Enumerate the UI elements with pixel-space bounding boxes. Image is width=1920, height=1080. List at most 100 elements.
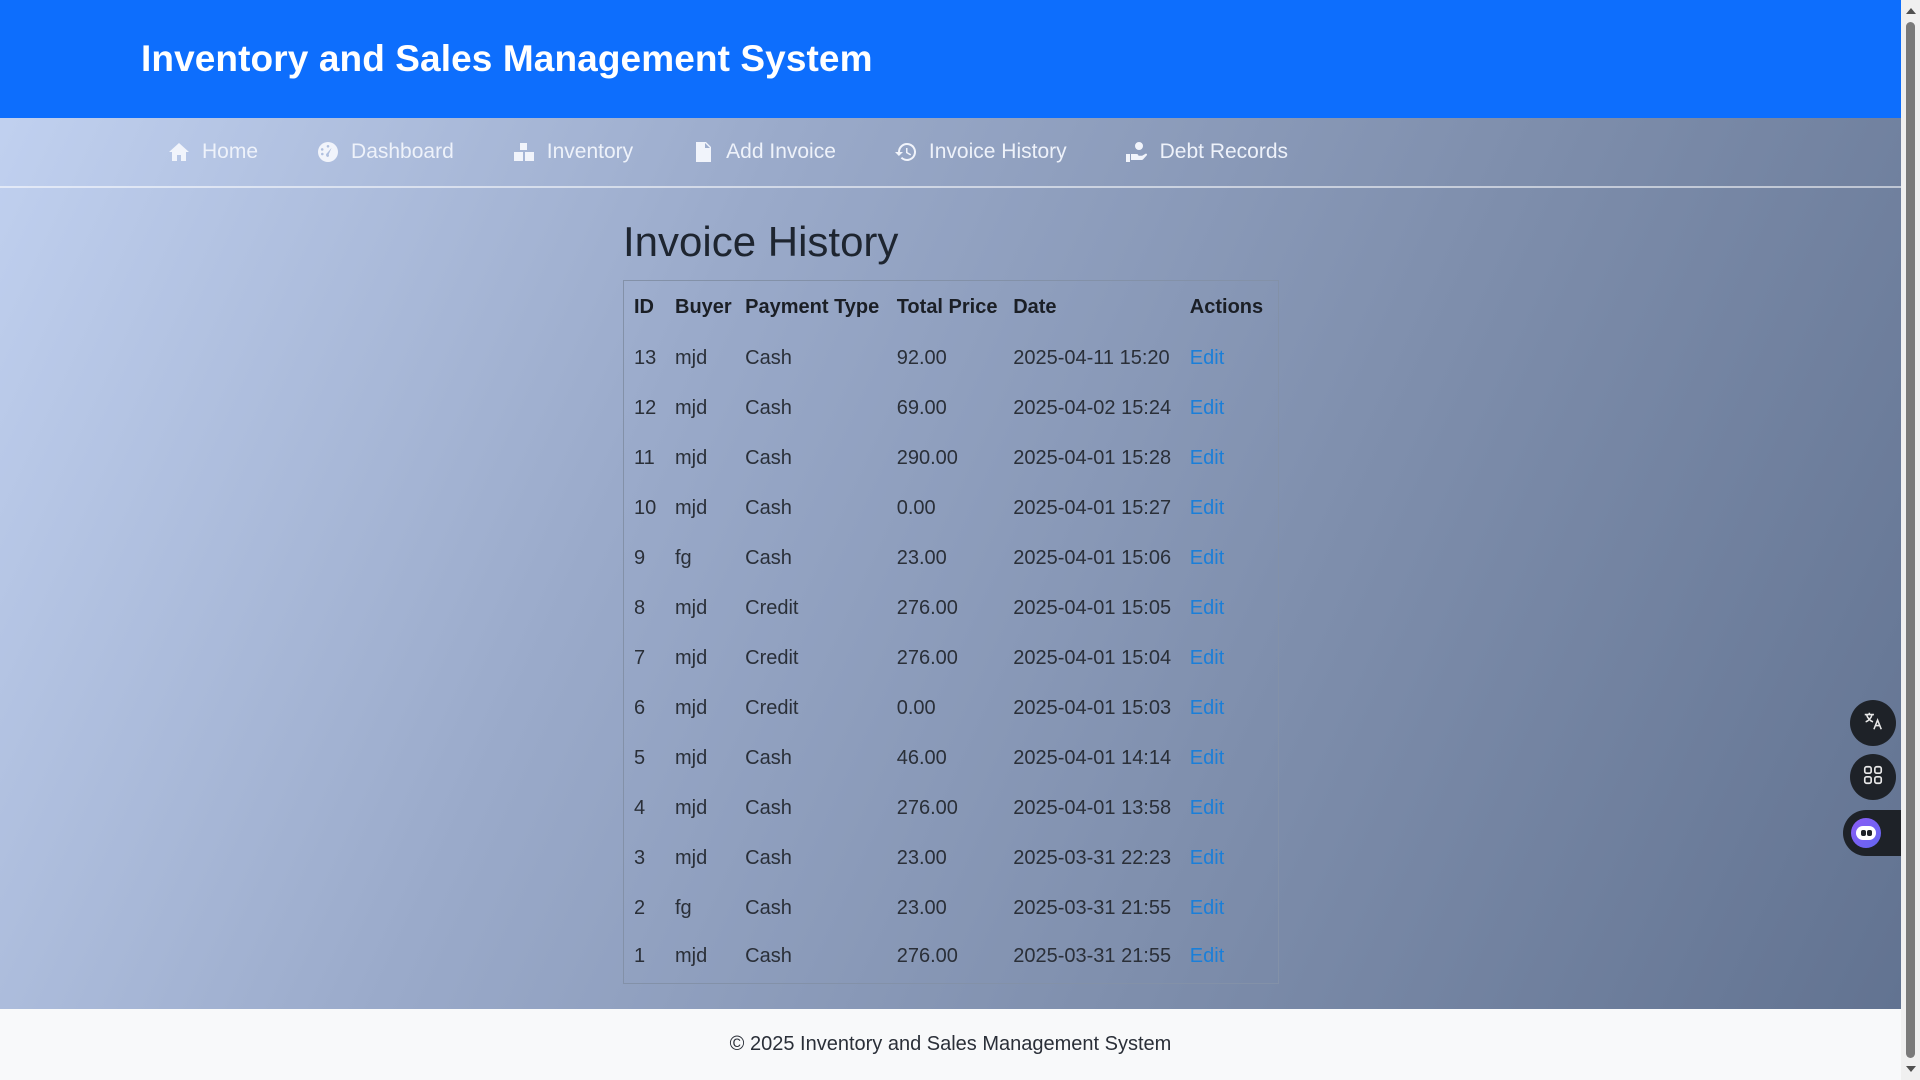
edit-link[interactable]: Edit bbox=[1190, 547, 1224, 569]
cell-buyer: mjd bbox=[675, 746, 708, 769]
edit-link[interactable]: Edit bbox=[1190, 945, 1224, 967]
cell-date: 2025-04-02 15:24 bbox=[1013, 396, 1172, 419]
app-title: Inventory and Sales Management System bbox=[141, 38, 873, 79]
main-content: Invoice History ID Buyer Payment Type To… bbox=[623, 218, 1279, 984]
cell-buyer: mjd bbox=[675, 696, 708, 719]
edit-link[interactable]: Edit bbox=[1190, 597, 1224, 619]
cell-date: 2025-04-01 15:06 bbox=[1013, 546, 1172, 569]
cell-payment-type: Cash bbox=[745, 746, 792, 769]
cell-buyer: mjd bbox=[675, 496, 708, 519]
column-header-actions: Actions bbox=[1189, 295, 1264, 318]
cell-id: 7 bbox=[634, 646, 646, 669]
table-row: 7 mjd Credit 276.00 2025-04-01 15:04 Edit bbox=[624, 633, 1278, 683]
cell-id: 6 bbox=[634, 696, 646, 719]
cell-id: 8 bbox=[634, 596, 646, 619]
cell-buyer: mjd bbox=[675, 346, 708, 369]
scrollbar-thumb[interactable] bbox=[1906, 22, 1915, 1058]
nav-item-debt-records[interactable]: Debt Records bbox=[1124, 139, 1288, 165]
translate-icon bbox=[1862, 710, 1884, 737]
apps-grid-icon bbox=[1862, 764, 1884, 791]
cell-total-price: 276.00 bbox=[896, 596, 958, 619]
nav-item-label: Dashboard bbox=[351, 140, 454, 163]
cell-actions: Edit bbox=[1180, 633, 1278, 683]
cell-payment-type: Credit bbox=[745, 646, 799, 669]
table-row: 8 mjd Credit 276.00 2025-04-01 15:05 Edit bbox=[624, 583, 1278, 633]
cell-payment-type: Cash bbox=[745, 396, 792, 419]
cell-buyer: mjd bbox=[675, 396, 708, 419]
nav-item-add-invoice[interactable]: Add Invoice bbox=[690, 139, 836, 165]
translate-button[interactable] bbox=[1850, 700, 1896, 746]
cell-actions: Edit bbox=[1180, 433, 1278, 483]
assistant-bot-icon bbox=[1851, 818, 1881, 848]
assistant-button[interactable] bbox=[1843, 810, 1901, 856]
table-row: 12 mjd Cash 69.00 2025-04-02 15:24 Edit bbox=[624, 383, 1278, 433]
cell-date: 2025-03-31 22:23 bbox=[1013, 846, 1172, 869]
cell-id: 11 bbox=[634, 446, 655, 469]
nav-item-label: Home bbox=[202, 140, 259, 163]
cell-total-price: 23.00 bbox=[896, 896, 947, 919]
edit-link[interactable]: Edit bbox=[1190, 447, 1224, 469]
nav-item-dashboard[interactable]: Dashboard bbox=[315, 139, 454, 165]
cell-id: 5 bbox=[634, 746, 646, 769]
cell-actions: Edit bbox=[1180, 533, 1278, 583]
edit-link[interactable]: Edit bbox=[1190, 647, 1224, 669]
edit-link[interactable]: Edit bbox=[1190, 897, 1224, 919]
nav-item-inventory[interactable]: Inventory bbox=[511, 139, 633, 165]
cell-payment-type: Cash bbox=[745, 796, 792, 819]
scroll-up-arrow-icon[interactable] bbox=[1906, 8, 1916, 14]
column-header-buyer: Buyer bbox=[675, 295, 732, 318]
cell-actions: Edit bbox=[1180, 333, 1278, 383]
cell-total-price: 69.00 bbox=[896, 396, 947, 419]
scroll-down-arrow-icon[interactable] bbox=[1906, 1066, 1916, 1072]
edit-link[interactable]: Edit bbox=[1190, 497, 1224, 519]
cell-id: 4 bbox=[634, 796, 646, 819]
column-header-total-price: Total Price bbox=[896, 295, 998, 318]
cell-payment-type: Cash bbox=[745, 546, 792, 569]
table-header-row: ID Buyer Payment Type Total Price Date A… bbox=[624, 281, 1278, 333]
cell-id: 1 bbox=[634, 944, 646, 967]
table-row: 9 fg Cash 23.00 2025-04-01 15:06 Edit bbox=[624, 533, 1278, 583]
cell-date: 2025-04-11 15:20 bbox=[1013, 346, 1170, 369]
cell-total-price: 276.00 bbox=[896, 944, 958, 967]
nav-item-label: Inventory bbox=[546, 140, 634, 163]
cell-id: 2 bbox=[634, 896, 646, 919]
nav-item-label: Add Invoice bbox=[726, 140, 836, 163]
cell-actions: Edit bbox=[1180, 883, 1278, 933]
page-footer: © 2025 Inventory and Sales Management Sy… bbox=[0, 1009, 1901, 1080]
edit-link[interactable]: Edit bbox=[1190, 747, 1224, 769]
footer-copyright: © 2025 Inventory and Sales Management Sy… bbox=[729, 1033, 1172, 1055]
nav-item-invoice-history[interactable]: Invoice History bbox=[893, 139, 1067, 165]
cell-total-price: 23.00 bbox=[896, 546, 947, 569]
vertical-scrollbar[interactable] bbox=[1901, 0, 1920, 1080]
cell-total-price: 276.00 bbox=[896, 796, 958, 819]
cell-date: 2025-03-31 21:55 bbox=[1013, 944, 1172, 967]
cell-actions: Edit bbox=[1180, 733, 1278, 783]
table-row: 3 mjd Cash 23.00 2025-03-31 22:23 Edit bbox=[624, 833, 1278, 883]
cell-payment-type: Cash bbox=[745, 944, 792, 967]
nav-item-home[interactable]: Home bbox=[166, 139, 258, 165]
cell-actions: Edit bbox=[1180, 683, 1278, 733]
table-row: 4 mjd Cash 276.00 2025-04-01 13:58 Edit bbox=[624, 783, 1278, 833]
page-title: Invoice History bbox=[623, 218, 899, 265]
cell-total-price: 92.00 bbox=[896, 346, 947, 369]
cell-payment-type: Credit bbox=[745, 696, 799, 719]
apps-grid-button[interactable] bbox=[1850, 754, 1896, 800]
cell-buyer: fg bbox=[675, 896, 692, 919]
table-row: 2 fg Cash 23.00 2025-03-31 21:55 Edit bbox=[624, 883, 1278, 933]
cell-total-price: 0.00 bbox=[896, 696, 936, 719]
cell-actions: Edit bbox=[1180, 383, 1278, 433]
edit-link[interactable]: Edit bbox=[1190, 797, 1224, 819]
edit-link[interactable]: Edit bbox=[1190, 697, 1224, 719]
cell-total-price: 46.00 bbox=[896, 746, 947, 769]
cell-payment-type: Cash bbox=[745, 496, 792, 519]
app-header: Inventory and Sales Management System bbox=[0, 0, 1901, 118]
column-header-date: Date bbox=[1013, 295, 1057, 318]
cell-buyer: mjd bbox=[675, 446, 708, 469]
main-nav: Home Dashboard Inventory Add Invoice Inv… bbox=[0, 118, 1901, 188]
cell-date: 2025-04-01 15:28 bbox=[1013, 446, 1172, 469]
cell-payment-type: Credit bbox=[745, 596, 799, 619]
edit-link[interactable]: Edit bbox=[1190, 347, 1224, 369]
column-header-id: ID bbox=[634, 295, 654, 318]
edit-link[interactable]: Edit bbox=[1190, 847, 1224, 869]
edit-link[interactable]: Edit bbox=[1190, 397, 1224, 419]
